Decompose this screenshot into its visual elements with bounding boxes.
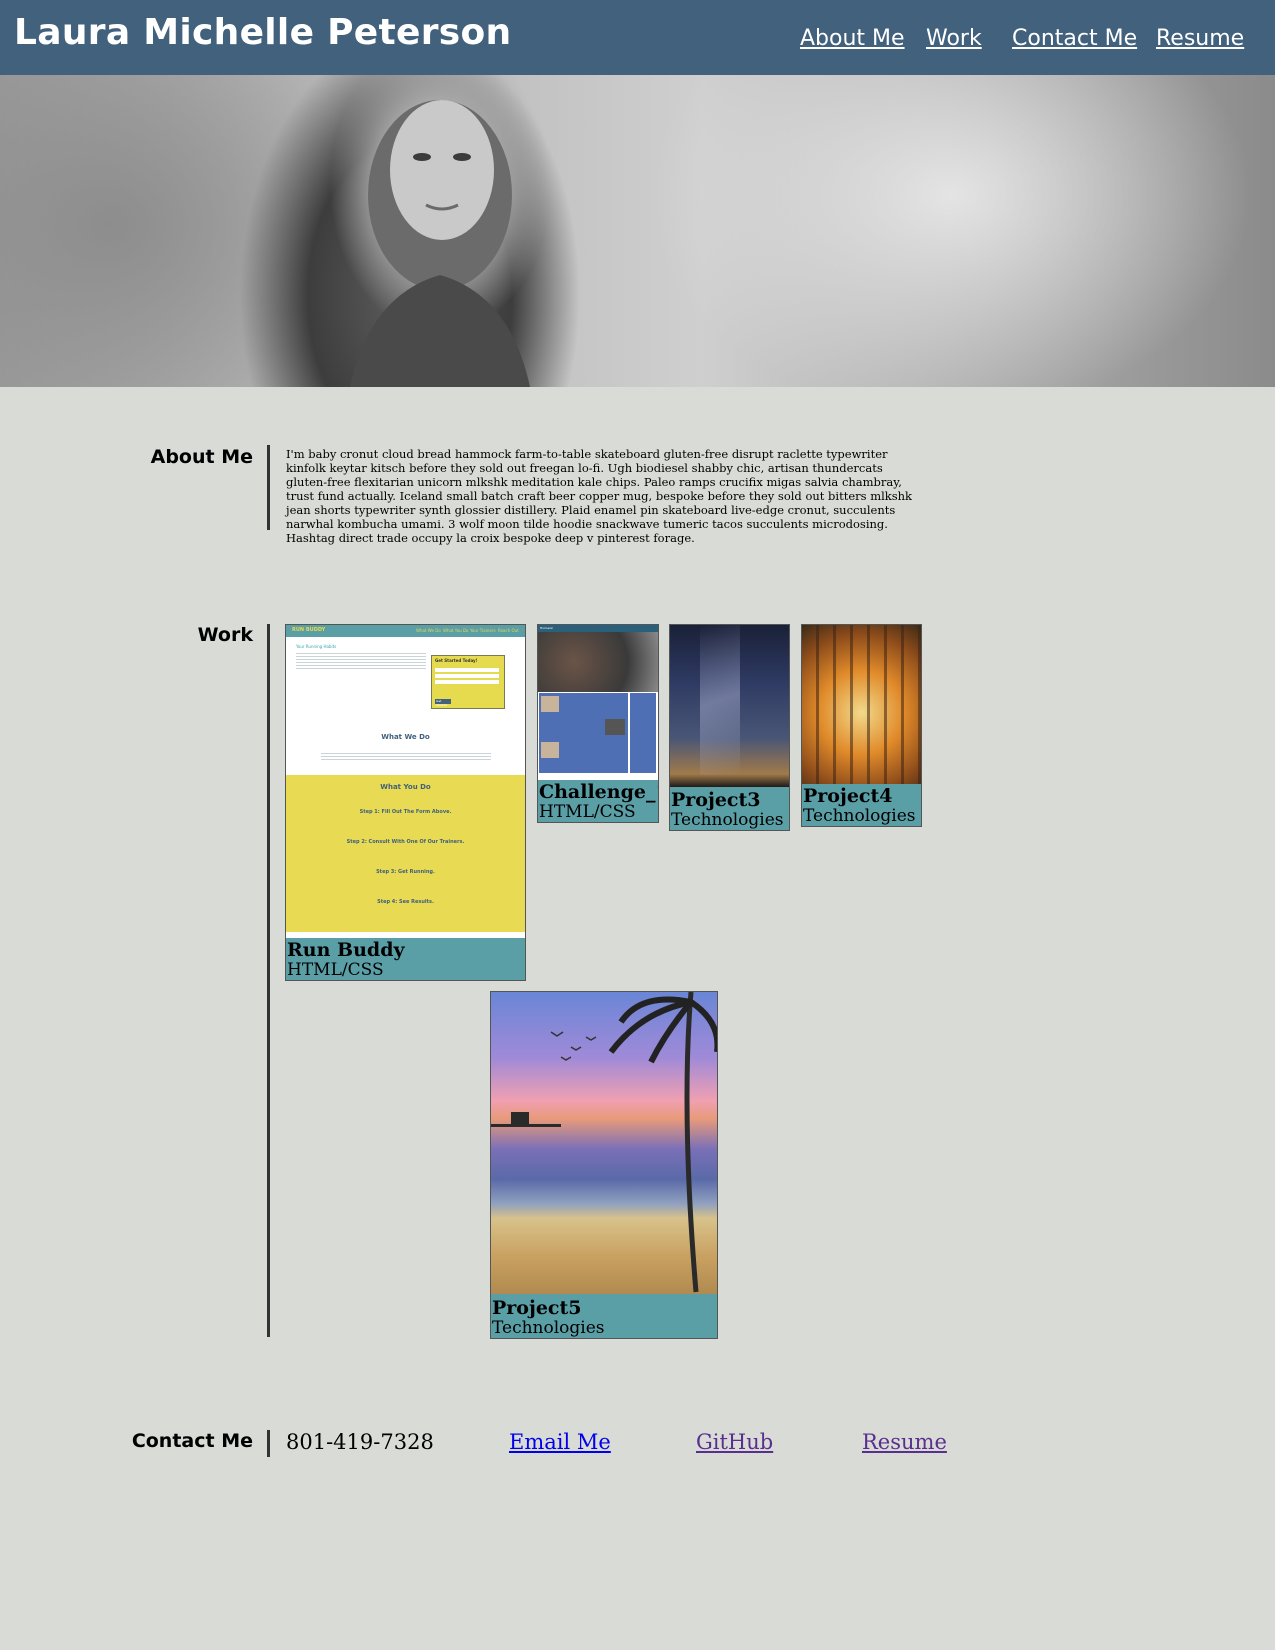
project-technologies: HTML/CSS (539, 802, 636, 822)
project-card-project3[interactable]: Project3 Technologies (669, 624, 790, 831)
preview-step: Step 1: Fill Out The Form Above. (359, 809, 452, 815)
nav-link-resume[interactable]: Resume (1156, 26, 1244, 51)
main-nav: About Me Work Contact Me Resume (0, 26, 1275, 56)
portrait-figure (350, 100, 530, 387)
contact-phone: 801-419-7328 (286, 1430, 434, 1454)
project-title: Project4 (803, 785, 893, 807)
preview-section-what-you-do: What You Do (380, 783, 431, 791)
preview-section-text (321, 751, 491, 761)
project-card-challenge-1[interactable]: Horiseon Challenge_1 HTML/CSS (537, 624, 659, 823)
preview-nav-item: Reach Out (498, 628, 519, 633)
site-header: Laura Michelle Peterson About Me Work Co… (0, 0, 1275, 75)
contact-divider (267, 1430, 270, 1457)
project-title: Challenge_1 (539, 781, 659, 803)
project-caption: Project3 Technologies (670, 790, 789, 830)
preview-section-what-we-do: What We Do (381, 733, 430, 741)
project-thumbnail-challenge-1: Horiseon (538, 625, 658, 780)
project-thumbnail-project4 (802, 625, 921, 784)
project-title: Run Buddy (287, 939, 405, 961)
work-heading: Work (197, 624, 253, 646)
email-link[interactable]: Email Me (509, 1430, 611, 1454)
project-technologies: HTML/CSS (287, 960, 384, 980)
resume-link[interactable]: Resume (862, 1430, 947, 1454)
hero-portrait-image (0, 75, 1275, 387)
project-technologies: Technologies (803, 806, 916, 826)
project-title: Project5 (492, 1297, 582, 1319)
project-caption: Challenge_1 HTML/CSS (538, 782, 658, 822)
project-card-project4[interactable]: Project4 Technologies (801, 624, 922, 827)
preview-navbar: RUN BUDDY What We Do What You Do Your Tr… (286, 625, 525, 637)
preview-nav-item: What You Do (443, 628, 469, 633)
preview-sidebar (630, 693, 656, 773)
preview-yellow-section: What You Do Step 1: Fill Out The Form Ab… (286, 775, 525, 932)
preview-hero-heading: Your Running Habits (296, 644, 337, 649)
preview-step: Step 4: See Results. (377, 899, 434, 905)
work-divider (267, 624, 270, 1337)
nav-link-about-me[interactable]: About Me (800, 26, 905, 51)
project-thumbnail-run-buddy: RUN BUDDY What We Do What You Do Your Tr… (286, 625, 525, 938)
preview-nav-item: Your Trainers (470, 628, 496, 633)
preview-form-button: Get Started (435, 699, 451, 707)
nav-link-work[interactable]: Work (926, 26, 982, 51)
preview-nav-item: What We Do (416, 628, 441, 633)
project-caption: Project5 Technologies (491, 1298, 717, 1338)
preview-brand: RUN BUDDY (292, 627, 326, 633)
preview-step: Step 2: Consult With One Of Our Trainers… (346, 839, 465, 845)
preview-hero-image (538, 632, 658, 692)
project-caption: Run Buddy HTML/CSS (286, 940, 525, 980)
project-thumbnail-project5 (491, 992, 717, 1294)
github-link[interactable]: GitHub (696, 1430, 773, 1454)
preview-step: Step 3: Get Running. (376, 869, 435, 875)
contact-heading: Contact Me (131, 1430, 253, 1452)
nav-link-contact-me[interactable]: Contact Me (1012, 26, 1137, 51)
project-technologies: Technologies (492, 1318, 605, 1338)
beach-scene (491, 992, 717, 1293)
project-technologies: Technologies (671, 810, 784, 830)
project-caption: Project4 Technologies (802, 786, 921, 826)
project-thumbnail-project3 (670, 625, 789, 787)
project-card-project5[interactable]: Project5 Technologies (490, 991, 718, 1339)
tree-trunks (802, 625, 921, 784)
about-heading: About Me (150, 446, 253, 468)
about-text: I'm baby cronut cloud bread hammock farm… (286, 447, 913, 545)
preview-navbar: Horiseon (538, 625, 658, 632)
contact-email-item: Email Me (509, 1430, 611, 1454)
preview-form: Get Started Today! Get Started (431, 655, 505, 709)
milky-way (700, 625, 740, 775)
contact-resume-item: Resume (862, 1430, 947, 1454)
contact-github-item: GitHub (696, 1430, 773, 1454)
about-divider (267, 445, 270, 530)
preview-form-button-label: Get Started (436, 699, 448, 707)
project-card-run-buddy[interactable]: RUN BUDDY What We Do What You Do Your Tr… (285, 624, 526, 981)
preview-content (539, 693, 628, 773)
project-title: Project3 (671, 789, 761, 811)
preview-brand: Horiseon (540, 626, 554, 630)
preview-form-heading: Get Started Today! (435, 658, 478, 663)
preview-hero-text (296, 651, 426, 669)
